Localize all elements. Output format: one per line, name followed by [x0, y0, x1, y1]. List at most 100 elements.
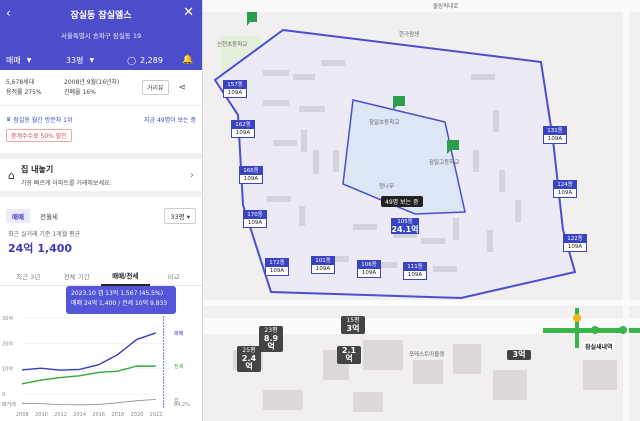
tab-rent[interactable]: 전월세: [34, 209, 64, 223]
comments-button[interactable]: ◯ 2,289: [116, 56, 174, 65]
chevron-right-icon: ›: [190, 169, 194, 181]
dong-number: 131동: [544, 127, 566, 135]
visitor-rank: 잠실동 월간 방문자 1위: [13, 116, 73, 124]
trade-tabs: 매매 전월세 33평 ▾: [0, 205, 202, 227]
area-select[interactable]: 33평 ▼: [44, 55, 116, 66]
dong-number: 157동: [224, 81, 246, 89]
sell-house-banner[interactable]: ⌂ 집 내놓기 가장 빠르게 아파트를 거래해보세요. ›: [0, 153, 202, 197]
area-dropdown-label: 33평: [170, 213, 185, 221]
building-tag[interactable]: 111동 109A: [403, 262, 427, 280]
unit-type: 109A: [243, 176, 259, 182]
school-label: 잠일초등학교: [369, 120, 400, 126]
dong-number: 170동: [244, 211, 266, 219]
area-dropdown[interactable]: 33평 ▾: [164, 208, 196, 224]
place-label: 청나무: [379, 184, 395, 190]
building-tag[interactable]: 172동 109A: [265, 258, 289, 276]
tab-recent-3y[interactable]: 최근 3년: [4, 267, 53, 285]
nearby-complex-marker[interactable]: 25평 2.4억: [237, 346, 261, 372]
price-value: 24억 1,400: [8, 242, 73, 255]
tab-trade-rent[interactable]: 매매/전세: [101, 266, 150, 286]
close-icon[interactable]: ✕: [183, 5, 194, 20]
dong-number: 124동: [554, 181, 576, 189]
sell-subtitle: 가장 빠르게 아파트를 거래해보세요.: [20, 179, 112, 187]
street-view-button[interactable]: 거리뷰: [142, 80, 169, 95]
x-tick-label: 2010: [35, 412, 48, 418]
marker-price: 2.4억: [241, 354, 257, 371]
visitor-banner[interactable]: ♛ 잠실동 월간 방문자 1위 지금 49명이 보는 중: [0, 112, 202, 126]
floor-area-ratio: 용적률 275%: [6, 88, 42, 96]
school-label: 잠일고등학교: [429, 160, 460, 166]
tooltip-gap: 2023.10 갭 13억 1,567 (45.5%): [71, 290, 164, 297]
place-label: 한가람생: [399, 32, 420, 38]
marker-size: 15평: [346, 317, 360, 324]
unit-type: 109A: [269, 268, 285, 274]
dong-number: 162동: [232, 121, 254, 129]
building-tag[interactable]: 106동 109A: [357, 260, 381, 278]
bottom-label: 매거래: [2, 401, 16, 408]
nearby-complex-marker[interactable]: 3억: [507, 350, 531, 360]
selected-building-marker[interactable]: 105동 24.1억: [391, 218, 419, 234]
period-tabs: 최근 3년 전체 기간 매매/전세 비교: [0, 266, 202, 286]
complex-info: 5,678세대 용적률 275% 2008년 9월(16년차) 건폐율 16% …: [0, 70, 202, 106]
gap-ratio-label: 84.2%: [174, 402, 190, 408]
marker-price: 3억: [346, 324, 360, 333]
marker-price: 2.1억: [341, 346, 357, 363]
tab-trade[interactable]: 매매: [6, 209, 30, 223]
dong-number: 166동: [240, 167, 262, 175]
comment-icon: ◯: [127, 55, 137, 65]
nearby-complex-marker[interactable]: 23평 8.9억: [259, 326, 283, 352]
nearby-complex-marker[interactable]: 15평 3억: [341, 316, 365, 334]
x-tick-label: 2018: [111, 412, 124, 418]
building-tag[interactable]: 124동 109A: [553, 180, 577, 198]
x-tick-label: 2020: [131, 412, 144, 418]
house-icon: ⌂: [8, 168, 15, 182]
share-icon[interactable]: ⋖: [179, 83, 187, 93]
bell-icon[interactable]: 🔔: [174, 55, 202, 65]
building-tag[interactable]: 166동 109A: [239, 166, 263, 184]
header-controls: 매매 ▼ 33평 ▼ ◯ 2,289 🔔: [0, 50, 202, 70]
dong-number: 122동: [564, 235, 586, 243]
tooltip-prices: 매매 24억 1,400 / 전세 10억 9,833: [71, 300, 168, 307]
y-tick-label: 0: [2, 392, 5, 398]
x-tick-label: 2014: [73, 412, 86, 418]
comment-count: 2,289: [140, 55, 163, 65]
promo-badge[interactable]: 중개수수료 50% 할인: [6, 129, 72, 142]
marker-price: 3억: [512, 350, 526, 359]
unit-type: 109A: [227, 90, 243, 96]
households: 5,678세대: [6, 78, 35, 86]
address: 서울특별시 송파구 잠실동 19: [60, 32, 142, 40]
x-tick-label: 2022: [150, 412, 163, 418]
y-tick-label: 20억: [2, 340, 13, 347]
x-tick-label: 2008: [16, 412, 29, 418]
series-line-매매: [21, 332, 156, 371]
panel-header: ‹ 잠실동 잠실엘스 ✕ 서울특별시 송파구 잠실동 19 매매 ▼ 33평 ▼…: [0, 0, 202, 70]
price-label: 최근 실거래 기준 1개월 평균: [8, 231, 81, 238]
unit-type: 109A: [361, 270, 377, 276]
tab-all-period[interactable]: 전체 기간: [53, 267, 102, 285]
nearby-complex-marker[interactable]: 2.1억: [337, 346, 361, 364]
x-tick-label: 2016: [92, 412, 105, 418]
sell-title: 집 내놓기: [20, 164, 54, 174]
building-tag[interactable]: 131동 109A: [543, 126, 567, 144]
unit-type: 109A: [407, 272, 423, 278]
station-label[interactable]: 잠실새내역: [583, 342, 615, 351]
place-label: 포레스트아울렛: [409, 352, 445, 358]
viewing-count: 지금 49명이 보는 중: [144, 116, 196, 124]
trade-type-select[interactable]: 매매 ▼: [0, 55, 44, 66]
unit-type: 109A: [247, 220, 263, 226]
apartment-title: 잠실동 잠실엘스: [70, 11, 132, 21]
map-area[interactable]: 올림픽대로 신천초등학교 잠일초등학교 잠일고등학교 청나무 한가람생 포레스트…: [203, 0, 640, 421]
x-tick-label: 2012: [54, 412, 67, 418]
price-summary: 최근 실거래 기준 1개월 평균 24억 1,400: [0, 227, 202, 258]
chevron-down-icon: ▼: [89, 56, 95, 64]
unit-type: 109A: [557, 190, 573, 196]
building-tag[interactable]: 170동 109A: [243, 210, 267, 228]
building-tag[interactable]: 162동 109A: [231, 120, 255, 138]
built-date: 2008년 9월(16년차): [64, 78, 120, 86]
building-tag[interactable]: 157동 109A: [223, 80, 247, 98]
building-tag[interactable]: 101동 109A: [311, 256, 335, 274]
building-tag[interactable]: 122동 109A: [563, 234, 587, 252]
gap-line: [21, 398, 156, 406]
crown-icon: ♛: [6, 115, 14, 123]
tab-compare[interactable]: 비교: [150, 267, 199, 285]
